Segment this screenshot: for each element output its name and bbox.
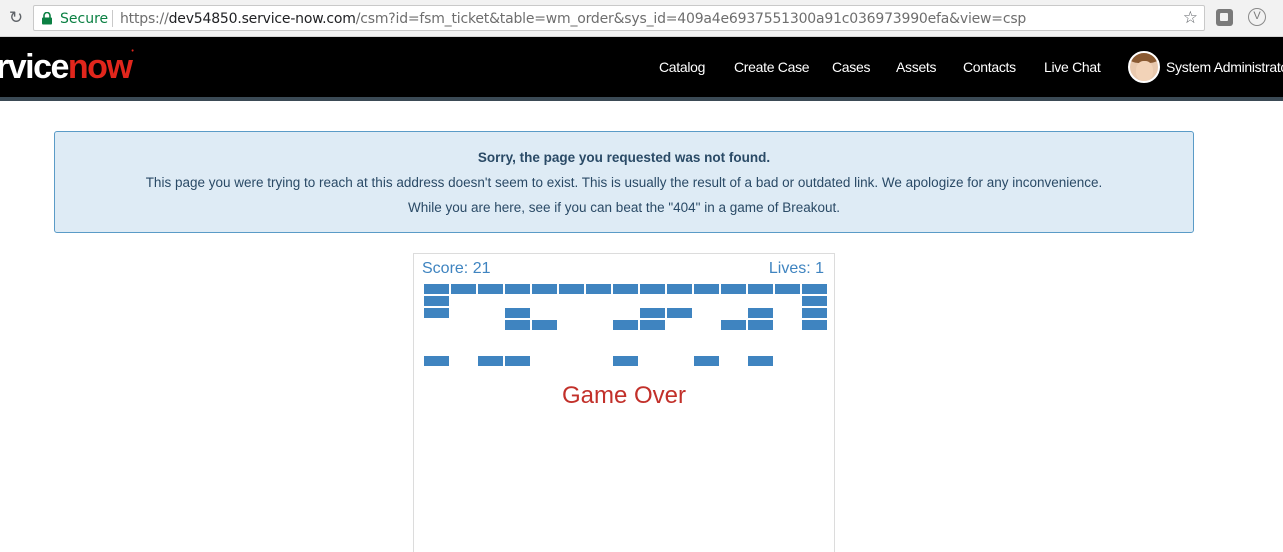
user-menu[interactable]: System Administrator	[1166, 59, 1283, 75]
star-icon[interactable]: ☆	[1183, 8, 1198, 28]
brick	[478, 284, 503, 294]
brick	[667, 284, 692, 294]
game-over-text: Game Over	[561, 382, 687, 409]
url-text[interactable]: https://dev54850.service-now.com/csm?id=…	[120, 11, 1026, 27]
not-found-alert: Sorry, the page you requested was not fo…	[54, 131, 1194, 233]
brick	[532, 320, 557, 330]
url-host: dev54850.service-now.com	[168, 11, 356, 27]
address-bar[interactable]: Secure https://dev54850.service-now.com/…	[33, 5, 1205, 31]
url-path: /csm?id=fsm_ticket&table=wm_order&sys_id…	[355, 11, 1027, 27]
brick	[424, 308, 449, 318]
brick	[613, 320, 638, 330]
brick	[424, 284, 449, 294]
nav-catalog[interactable]: Catalog	[659, 59, 705, 75]
brick	[505, 356, 530, 366]
brick	[802, 320, 827, 330]
brick	[748, 284, 773, 294]
brick	[424, 296, 449, 306]
lock-icon	[42, 12, 52, 25]
brick	[748, 356, 773, 366]
brick	[802, 296, 827, 306]
brick	[451, 284, 476, 294]
secure-label: Secure	[60, 11, 109, 27]
lives-label: Lives: 1	[768, 260, 824, 277]
alert-message: This page you were trying to reach at th…	[145, 175, 1103, 190]
reload-icon[interactable]: ↻	[6, 8, 26, 28]
servicenow-logo[interactable]: rvicenow•	[0, 48, 134, 87]
avatar-face	[1136, 61, 1153, 81]
avatar[interactable]	[1128, 51, 1160, 83]
nav-live-chat[interactable]: Live Chat	[1044, 59, 1101, 75]
brick	[505, 320, 530, 330]
logo-now-text: now	[67, 48, 133, 86]
nav-cases[interactable]: Cases	[832, 59, 870, 75]
brick	[478, 356, 503, 366]
brick	[586, 284, 611, 294]
header-stripe	[0, 97, 1283, 101]
brick	[640, 320, 665, 330]
nav-contacts[interactable]: Contacts	[963, 59, 1016, 75]
alert-breakout-invite: While you are here, see if you can beat …	[407, 200, 841, 215]
brick	[721, 320, 746, 330]
alert-title: Sorry, the page you requested was not fo…	[477, 150, 771, 165]
brick	[721, 284, 746, 294]
logo-trademark: •	[131, 48, 134, 55]
brick	[802, 308, 827, 318]
brick	[505, 308, 530, 318]
vivaldi-icon[interactable]: V	[1248, 8, 1266, 26]
site-header: rvicenow• Catalog Create Case Cases Asse…	[0, 37, 1283, 97]
breakout-game[interactable]: Score: 21 Lives: 1 Game Over	[413, 253, 835, 552]
brick	[802, 284, 827, 294]
score-label: Score: 21	[422, 260, 491, 277]
brick	[532, 284, 557, 294]
brick	[667, 308, 692, 318]
address-divider	[112, 10, 113, 27]
logo-service-text: rvice	[0, 48, 69, 86]
brick	[424, 356, 449, 366]
brick	[640, 284, 665, 294]
brick	[559, 284, 584, 294]
brick	[640, 308, 665, 318]
extension-icon[interactable]	[1216, 9, 1233, 26]
brick	[613, 284, 638, 294]
brick	[748, 308, 773, 318]
url-scheme: https://	[120, 11, 169, 27]
nav-create-case[interactable]: Create Case	[734, 59, 810, 75]
browser-toolbar: ↻ Secure https://dev54850.service-now.co…	[0, 0, 1283, 37]
brick	[694, 356, 719, 366]
brick	[748, 320, 773, 330]
brick	[694, 284, 719, 294]
brick	[505, 284, 530, 294]
brick	[775, 284, 800, 294]
nav-assets[interactable]: Assets	[896, 59, 937, 75]
brick	[613, 356, 638, 366]
